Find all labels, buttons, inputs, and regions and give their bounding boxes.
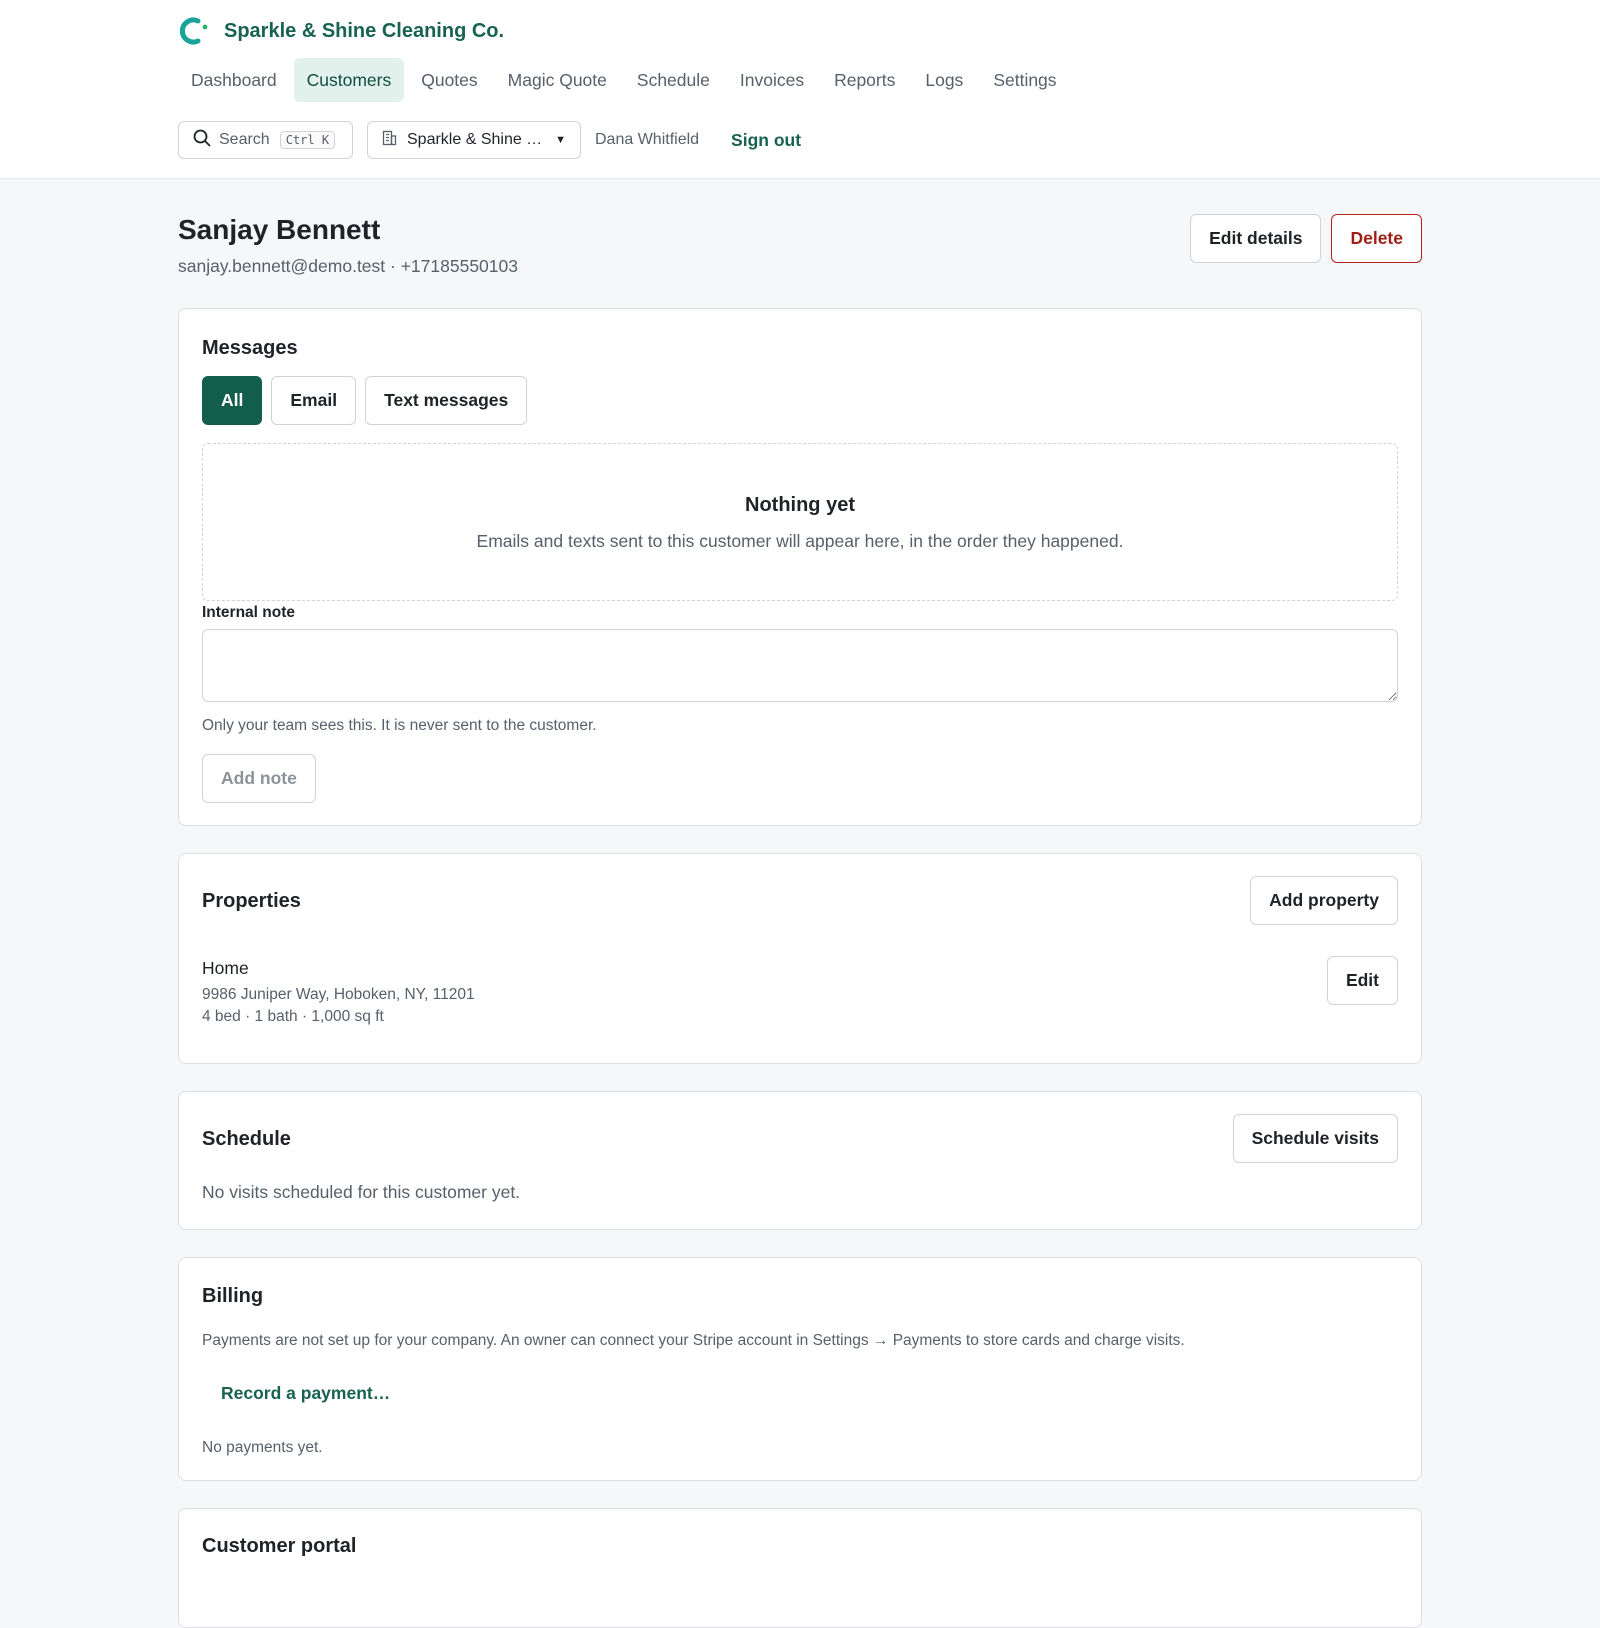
record-payment-button[interactable]: Record a payment… bbox=[221, 1383, 390, 1403]
sign-out-button[interactable]: Sign out bbox=[731, 130, 801, 151]
tab-text-messages[interactable]: Text messages bbox=[365, 376, 528, 425]
add-note-button[interactable]: Add note bbox=[202, 754, 316, 803]
messages-card: Messages All Email Text messages Nothing… bbox=[178, 308, 1422, 826]
schedule-title: Schedule bbox=[202, 1128, 291, 1150]
nav-item-invoices[interactable]: Invoices bbox=[727, 58, 817, 102]
building-icon bbox=[382, 130, 397, 151]
brand-logo-icon bbox=[178, 15, 210, 47]
customer-header: Sanjay Bennett sanjay.bennett@demo.test … bbox=[178, 214, 1422, 284]
edit-property-button[interactable]: Edit bbox=[1326, 956, 1398, 1005]
internal-note-label: Internal note bbox=[202, 604, 296, 621]
nav-item-customers[interactable]: Customers bbox=[293, 58, 405, 102]
properties-title: Properties bbox=[202, 890, 301, 912]
schedule-empty-text: No visits scheduled for this customer ye… bbox=[202, 1182, 521, 1202]
billing-card: Billing Payments are not set up for your… bbox=[178, 1257, 1422, 1481]
caret-down-icon: ▼ bbox=[555, 134, 566, 146]
internal-note-hint: Only your team sees this. It is never se… bbox=[202, 717, 597, 734]
properties-card: Properties Add property Home 9986 Junipe… bbox=[178, 853, 1422, 1064]
search-shortcut: Ctrl K bbox=[279, 131, 336, 149]
delete-button[interactable]: Delete bbox=[1331, 214, 1422, 263]
internal-note-field[interactable] bbox=[202, 629, 1398, 702]
customer-portal-title: Customer portal bbox=[202, 1535, 357, 1557]
schedule-visits-button[interactable]: Schedule visits bbox=[1232, 1114, 1398, 1163]
property-name: Home bbox=[202, 958, 249, 978]
edit-details-button[interactable]: Edit details bbox=[1190, 214, 1322, 263]
header-toolbar: Search Ctrl K Sparkle & Shine … ▼ Dana W… bbox=[178, 121, 801, 159]
header-actions: Edit details Delete bbox=[1190, 214, 1422, 263]
nav-item-magic-quote[interactable]: Magic Quote bbox=[495, 58, 620, 102]
nav-item-schedule[interactable]: Schedule bbox=[624, 58, 723, 102]
user-name: Dana Whitfield bbox=[595, 131, 700, 148]
brand[interactable]: Sparkle & Shine Cleaning Co. bbox=[178, 14, 504, 48]
payments-empty-text: No payments yet. bbox=[202, 1439, 323, 1456]
nav-item-dashboard[interactable]: Dashboard bbox=[178, 58, 290, 102]
company-select[interactable]: Sparkle & Shine … ▼ bbox=[367, 121, 581, 159]
nav-item-reports[interactable]: Reports bbox=[821, 58, 908, 102]
message-tabs: All Email Text messages bbox=[202, 376, 1398, 425]
search-icon bbox=[193, 129, 211, 152]
empty-state-text: Emails and texts sent to this customer w… bbox=[476, 531, 1124, 551]
add-property-button[interactable]: Add property bbox=[1250, 876, 1398, 925]
nav-item-settings[interactable]: Settings bbox=[980, 58, 1069, 102]
property-address: 9986 Juniper Way, Hoboken, NY, 11201 bbox=[202, 986, 475, 1003]
customer-portal-card: Customer portal bbox=[178, 1508, 1422, 1628]
tab-email[interactable]: Email bbox=[271, 376, 357, 425]
property-item: Home 9986 Juniper Way, Hoboken, NY, 1120… bbox=[202, 958, 1398, 1026]
nav-item-logs[interactable]: Logs bbox=[912, 58, 976, 102]
billing-notice: Payments are not set up for your company… bbox=[202, 1332, 1185, 1349]
search-label: Search bbox=[219, 131, 270, 148]
billing-title: Billing bbox=[202, 1285, 264, 1307]
nav-item-quotes[interactable]: Quotes bbox=[408, 58, 490, 102]
company-select-value: Sparkle & Shine … bbox=[407, 131, 543, 148]
top-bar: Sparkle & Shine Cleaning Co. Dashboard C… bbox=[0, 0, 1600, 179]
brand-name: Sparkle & Shine Cleaning Co. bbox=[224, 19, 505, 42]
schedule-card: Schedule Schedule visits No visits sched… bbox=[178, 1091, 1422, 1230]
property-details: 4 bed · 1 bath · 1,000 sq ft bbox=[202, 1008, 384, 1025]
main-nav: Dashboard Customers Quotes Magic Quote S… bbox=[178, 58, 1070, 102]
empty-state-title: Nothing yet bbox=[745, 494, 855, 516]
tab-all[interactable]: All bbox=[202, 376, 263, 425]
messages-empty-state: Nothing yet Emails and texts sent to thi… bbox=[202, 443, 1398, 601]
messages-title: Messages bbox=[202, 337, 298, 359]
search-button[interactable]: Search Ctrl K bbox=[178, 121, 353, 159]
